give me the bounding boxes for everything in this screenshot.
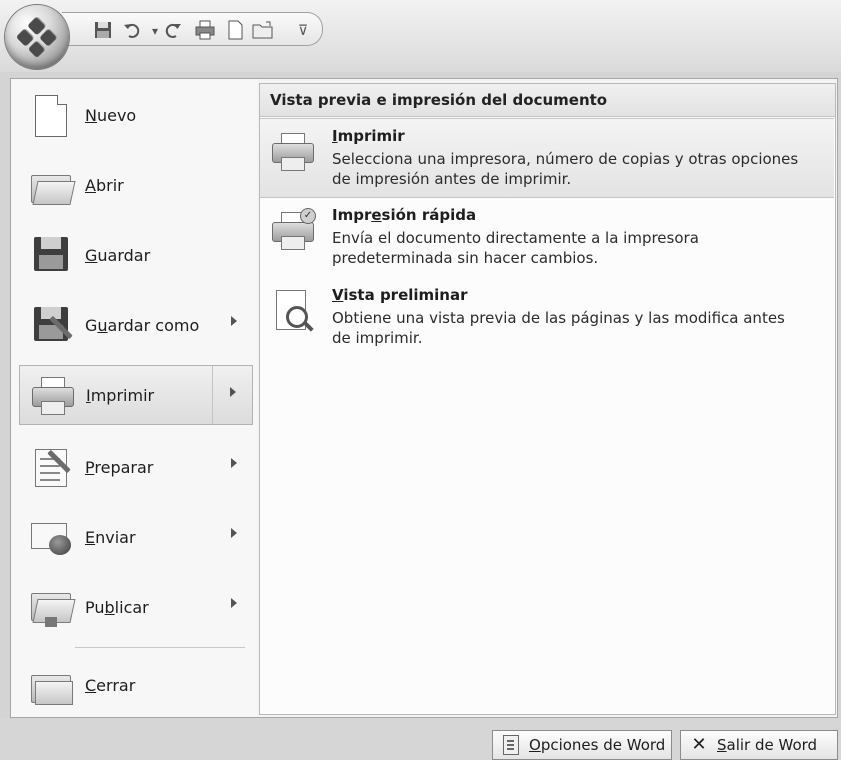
save-icon[interactable] xyxy=(92,20,114,42)
menu-item-publicar[interactable]: Publicar xyxy=(19,577,253,637)
split-divider xyxy=(212,366,213,424)
menu-item-label: Enviar xyxy=(85,527,136,547)
menu-item-label: Nuevo xyxy=(85,105,137,125)
quick-print-icon: ✓ xyxy=(270,208,316,252)
option-vista-preliminar[interactable]: Vista preliminar Obtiene una vista previ… xyxy=(260,278,834,358)
menu-item-cerrar[interactable]: Cerrar xyxy=(19,655,253,715)
office-menu-commands: Nuevo Abrir Guardar Guardar como Imprimi… xyxy=(11,79,257,717)
exit-word-label: Salir de Word xyxy=(717,736,818,754)
menu-item-label: Guardar xyxy=(85,245,151,265)
printer-icon xyxy=(270,129,314,173)
title-bar: ▾ ⊽ xyxy=(0,0,841,72)
option-description: Envía el documento directamente a la imp… xyxy=(332,229,699,267)
menu-item-imprimir[interactable]: Imprimir xyxy=(19,365,253,425)
redo-icon[interactable] xyxy=(162,20,184,42)
print-submenu: Vista previa e impresión del documento I… xyxy=(259,83,836,715)
option-imprimir[interactable]: Imprimir Selecciona una impresora, númer… xyxy=(260,118,834,198)
close-icon: ✕ xyxy=(691,734,707,755)
save-as-icon xyxy=(29,303,73,347)
menu-item-enviar[interactable]: Enviar xyxy=(19,507,253,567)
menu-item-label: Guardar como xyxy=(85,315,200,335)
office-logo-icon xyxy=(15,15,59,59)
publish-icon xyxy=(29,585,76,629)
submenu-arrow-icon xyxy=(231,528,237,538)
send-icon xyxy=(29,515,73,559)
submenu-arrow-icon[interactable] xyxy=(230,387,236,397)
menu-divider xyxy=(75,647,245,648)
print-preview-icon xyxy=(270,288,314,332)
submenu-arrow-icon xyxy=(231,458,237,468)
menu-item-preparar[interactable]: Preparar xyxy=(19,437,253,497)
exit-word-button[interactable]: ✕ Salir de Word xyxy=(680,730,838,760)
menu-item-label: Abrir xyxy=(85,175,124,195)
menu-item-label: Publicar xyxy=(85,597,149,617)
prepare-checklist-icon xyxy=(29,445,73,489)
printer-icon xyxy=(30,373,74,417)
option-title: Vista preliminar xyxy=(332,286,468,304)
submenu-arrow-icon xyxy=(231,316,237,326)
option-impresion-rapida[interactable]: ✓ Impresión rápida Envía el documento di… xyxy=(260,198,834,278)
save-icon xyxy=(29,233,73,277)
submenu-header: Vista previa e impresión del documento xyxy=(260,84,835,117)
office-button[interactable] xyxy=(5,5,69,69)
menu-item-label: Imprimir xyxy=(86,385,155,405)
new-document-icon xyxy=(29,93,73,137)
close-folder-icon xyxy=(29,663,73,707)
menu-item-nuevo[interactable]: Nuevo xyxy=(19,85,253,145)
new-document-icon[interactable] xyxy=(224,20,246,42)
undo-icon[interactable] xyxy=(122,20,144,42)
option-title: Imprimir xyxy=(332,127,405,145)
print-icon[interactable] xyxy=(194,20,216,42)
options-icon xyxy=(503,735,519,755)
submenu-arrow-icon xyxy=(231,598,237,608)
menu-item-label: Preparar xyxy=(85,457,154,477)
word-options-button[interactable]: Opciones de Word xyxy=(492,730,672,760)
option-description: Selecciona una impresora, número de copi… xyxy=(332,150,799,188)
menu-item-guardar-como[interactable]: Guardar como xyxy=(19,295,253,355)
customize-toolbar-icon[interactable]: ⊽ xyxy=(292,20,314,42)
open-folder-icon xyxy=(29,163,76,207)
menu-footer: Opciones de Word ✕ Salir de Word xyxy=(0,718,841,760)
open-icon[interactable] xyxy=(252,20,274,42)
word-options-label: Opciones de Word xyxy=(529,736,666,754)
option-title: Impresión rápida xyxy=(332,206,477,224)
office-menu: Nuevo Abrir Guardar Guardar como Imprimi… xyxy=(10,78,838,718)
menu-item-label: Cerrar xyxy=(85,675,136,695)
option-description: Obtiene una vista previa de las páginas … xyxy=(332,309,785,347)
menu-item-guardar[interactable]: Guardar xyxy=(19,225,253,285)
menu-item-abrir[interactable]: Abrir xyxy=(19,155,253,215)
